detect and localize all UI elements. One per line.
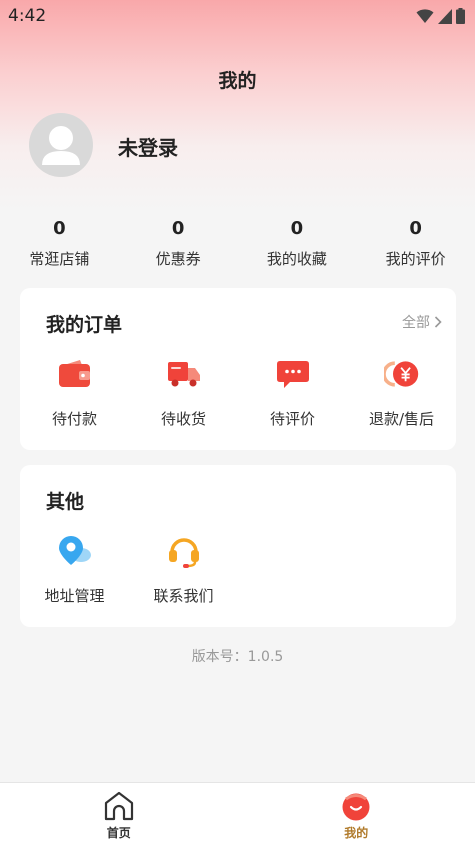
order-item-label: 待付款: [51, 410, 97, 428]
stat-label: 我的收藏: [266, 250, 327, 268]
login-status-text[interactable]: 未登录: [118, 132, 178, 161]
address-management[interactable]: 地址管理: [20, 533, 129, 606]
chevron-right-icon: [434, 316, 442, 328]
order-item-label: 待收货: [160, 410, 206, 428]
other-item-label: 联系我们: [153, 587, 214, 605]
orders-grid: 待付款 待收货 待评价 退款/售后: [20, 356, 456, 429]
order-item-label: 待评价: [269, 410, 315, 428]
orders-card: 我的订单 全部 待付款 待收货 待评价 退款/售后: [20, 288, 456, 450]
stat-value: 0: [171, 218, 185, 239]
order-pending-payment[interactable]: 待付款: [20, 356, 129, 429]
stat-value: 0: [290, 218, 304, 239]
battery-icon: [456, 8, 465, 24]
other-item-label: 地址管理: [44, 587, 105, 605]
bottom-tabbar: 首页 我的: [0, 782, 475, 846]
tab-home[interactable]: 首页: [0, 783, 238, 846]
stat-label: 优惠券: [155, 250, 201, 268]
order-pending-review[interactable]: 待评价: [238, 356, 347, 429]
stat-favorites[interactable]: 0 我的收藏: [238, 216, 357, 269]
signal-icon: [438, 8, 452, 24]
profile-face-icon: [342, 793, 370, 821]
truck-icon: [166, 356, 202, 392]
orders-title: 我的订单: [46, 314, 123, 336]
tab-mine[interactable]: 我的: [238, 783, 475, 846]
stat-value: 0: [409, 218, 422, 239]
stat-label: 常逛店铺: [29, 250, 90, 268]
home-icon: [104, 791, 133, 821]
other-card: 其他 地址管理 联系我们: [20, 465, 456, 627]
order-pending-receipt[interactable]: 待收货: [129, 356, 238, 429]
all-orders-link[interactable]: 全部: [402, 312, 442, 332]
status-icons: [416, 8, 465, 24]
yuan-refund-icon: [383, 356, 420, 392]
wifi-icon: [416, 9, 434, 23]
status-time: 4:42: [8, 6, 47, 26]
tab-home-label: 首页: [106, 826, 131, 840]
tab-mine-label: 我的: [344, 826, 369, 840]
wallet-icon: [57, 356, 93, 392]
order-refund-aftersale[interactable]: 退款/售后: [347, 356, 456, 429]
status-bar: 4:42: [0, 0, 475, 32]
order-item-label: 退款/售后: [368, 410, 435, 428]
avatar[interactable]: [29, 113, 93, 177]
contact-us[interactable]: 联系我们: [129, 533, 238, 606]
page-title: 我的: [218, 70, 257, 92]
stats-row: 0 常逛店铺 0 优惠券 0 我的收藏 0 我的评价: [0, 216, 475, 269]
stat-frequent-shops[interactable]: 0 常逛店铺: [0, 216, 119, 269]
stat-coupons[interactable]: 0 优惠券: [119, 216, 238, 269]
stat-value: 0: [53, 218, 66, 239]
stat-label: 我的评价: [385, 250, 446, 268]
all-orders-label: 全部: [402, 315, 430, 331]
comment-icon: [275, 356, 311, 392]
headset-icon: [166, 533, 202, 569]
other-title: 其他: [46, 491, 85, 513]
stat-reviews[interactable]: 0 我的评价: [356, 216, 475, 269]
other-grid: 地址管理 联系我们: [20, 533, 456, 606]
version-text: 版本号：1.0.5: [191, 649, 284, 665]
default-avatar-icon: [42, 126, 80, 165]
location-pin-icon: [57, 533, 93, 569]
